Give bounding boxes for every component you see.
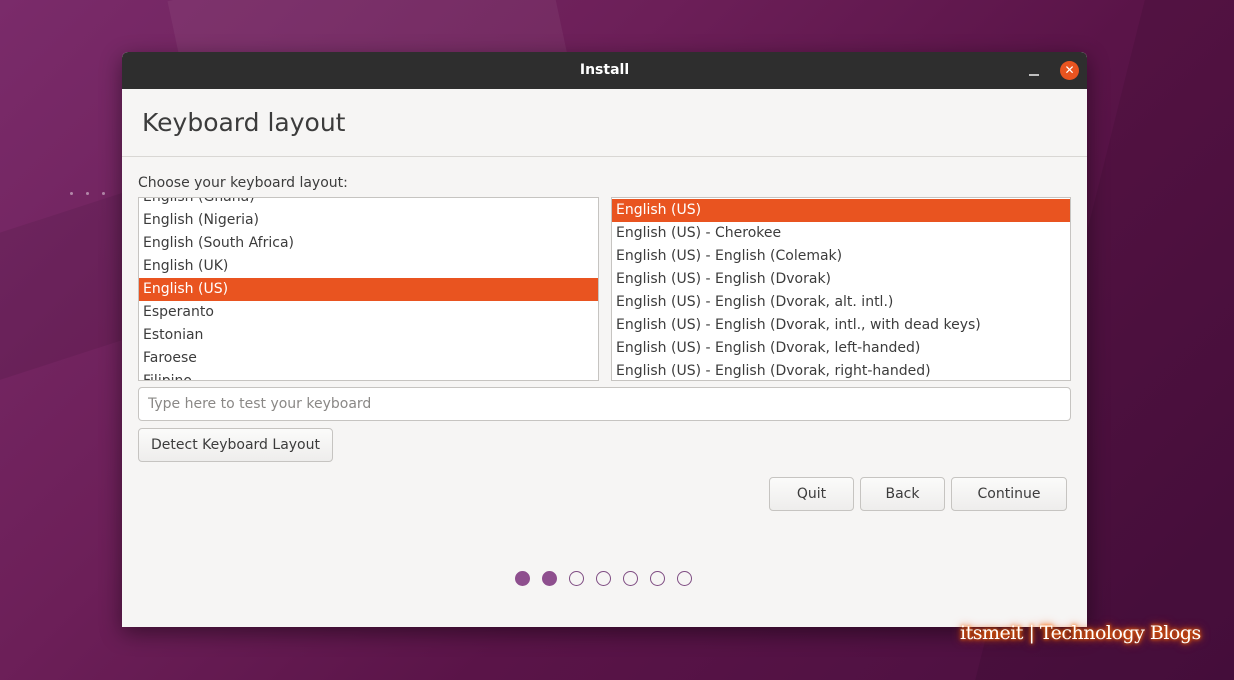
page-title: Keyboard layout	[142, 108, 346, 137]
close-icon[interactable]: ✕	[1060, 61, 1079, 80]
continue-button[interactable]: Continue	[951, 477, 1067, 511]
progress-dot	[650, 571, 665, 586]
progress-dot	[569, 571, 584, 586]
back-button[interactable]: Back	[860, 477, 945, 511]
progress-dot	[677, 571, 692, 586]
list-item[interactable]: English (South Africa)	[139, 232, 598, 255]
list-item[interactable]: Filipino	[139, 370, 598, 380]
list-item[interactable]: English (Ghana)	[139, 198, 598, 209]
progress-dot	[515, 571, 530, 586]
progress-dot	[596, 571, 611, 586]
list-item[interactable]: English (US) - English (Dvorak, left-han…	[612, 337, 1070, 360]
watermark-text: itsmeit | Technology Blogs	[960, 622, 1201, 644]
variant-list-items: English (US) English (US) - Cherokee Engli…	[612, 199, 1070, 380]
list-item[interactable]: English (US) - Cherokee	[612, 222, 1070, 245]
list-item[interactable]: Faroese	[139, 347, 598, 370]
list-item[interactable]: English (US) - English (Dvorak, alt. int…	[612, 291, 1070, 314]
keyboard-test-input[interactable]	[138, 387, 1071, 421]
detect-keyboard-layout-button[interactable]: Detect Keyboard Layout	[138, 428, 333, 462]
progress-dot	[623, 571, 638, 586]
background-dots	[70, 180, 118, 199]
list-item[interactable]: English (UK)	[139, 255, 598, 278]
list-item[interactable]: English (US) - English (Dvorak)	[612, 268, 1070, 291]
header-divider	[122, 156, 1087, 157]
list-item[interactable]: English (US)	[139, 278, 598, 301]
list-item[interactable]: English (US) - English (Dvorak, right-ha…	[612, 360, 1070, 380]
list-item[interactable]: English (US) - English (Dvorak, intl., w…	[612, 314, 1070, 337]
installer-window: Install ✕ Keyboard layout Choose your ke…	[122, 52, 1087, 627]
variant-list[interactable]: English (US) English (US) - Cherokee Engli…	[611, 197, 1071, 381]
window-title: Install	[579, 62, 630, 78]
list-item[interactable]: Esperanto	[139, 301, 598, 324]
quit-button[interactable]: Quit	[769, 477, 854, 511]
list-item[interactable]: English (US) - English (Colemak)	[612, 245, 1070, 268]
minimize-icon[interactable]	[1028, 69, 1040, 81]
list-item[interactable]: Estonian	[139, 324, 598, 347]
progress-dot	[542, 571, 557, 586]
layout-list[interactable]: English (Ghana) English (Nigeria) English …	[138, 197, 599, 381]
layout-list-items: English (Ghana) English (Nigeria) English …	[139, 198, 598, 380]
list-item[interactable]: English (Nigeria)	[139, 209, 598, 232]
choose-layout-label: Choose your keyboard layout:	[138, 175, 348, 191]
list-item[interactable]: English (US)	[612, 199, 1070, 222]
titlebar: Install ✕	[122, 52, 1087, 89]
